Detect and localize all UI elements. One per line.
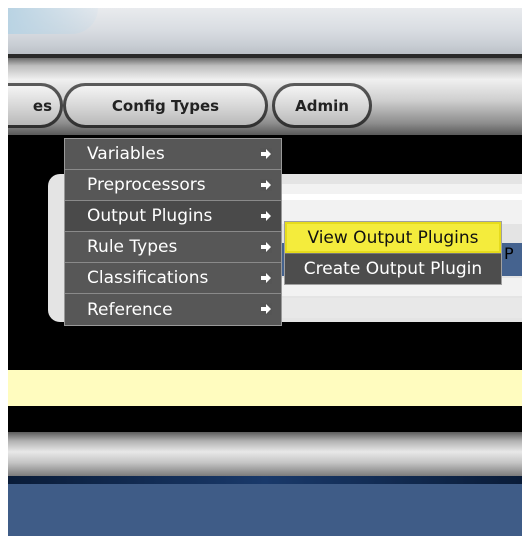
notice-bar xyxy=(8,370,522,406)
config-types-menu: Variables Preprocessors Output Plugins R… xyxy=(64,138,282,326)
tab-bar: es Config Types Admin xyxy=(8,58,522,135)
footer xyxy=(8,484,522,536)
menu-item-variables[interactable]: Variables xyxy=(65,139,281,170)
bottom-bar xyxy=(8,432,522,476)
footer-divider xyxy=(8,476,522,484)
submenu-arrow-icon xyxy=(260,210,272,222)
menu-item-rule-types[interactable]: Rule Types xyxy=(65,232,281,263)
menu-item-preprocessors[interactable]: Preprocessors xyxy=(65,170,281,201)
submenu-arrow-icon xyxy=(260,179,272,191)
menu-item-label: Output Plugins xyxy=(87,206,213,226)
menu-item-label: Variables xyxy=(87,144,165,164)
tab-config-types-label: Config Types xyxy=(66,86,265,125)
output-plugins-submenu: View Output Plugins Create Output Plugin xyxy=(284,221,502,285)
menu-item-label: Rule Types xyxy=(87,237,178,257)
menu-item-reference[interactable]: Reference xyxy=(65,294,281,325)
tab-previous-label: es xyxy=(8,86,60,125)
submenu-arrow-icon xyxy=(260,272,272,284)
tab-admin[interactable]: Admin xyxy=(272,83,372,128)
tab-config-types[interactable]: Config Types xyxy=(63,83,268,128)
submenu-arrow-icon xyxy=(260,303,272,315)
menu-item-label: Classifications xyxy=(87,268,209,288)
menu-item-label: Reference xyxy=(87,299,173,320)
tab-admin-label: Admin xyxy=(275,86,369,125)
menu-item-label: Preprocessors xyxy=(87,175,206,195)
header-shine xyxy=(8,8,98,34)
submenu-item-view-output-plugins[interactable]: View Output Plugins xyxy=(285,222,501,253)
submenu-item-create-output-plugin[interactable]: Create Output Plugin xyxy=(285,253,501,284)
panel-partial-text: P xyxy=(504,244,514,263)
menu-item-classifications[interactable]: Classifications xyxy=(65,263,281,294)
submenu-arrow-icon xyxy=(260,241,272,253)
top-header xyxy=(8,8,522,57)
tab-previous[interactable]: es xyxy=(8,83,63,128)
menu-item-output-plugins[interactable]: Output Plugins xyxy=(65,201,281,232)
submenu-arrow-icon xyxy=(260,148,272,160)
app-window: es Config Types Admin P Variables Prepro… xyxy=(8,8,522,536)
